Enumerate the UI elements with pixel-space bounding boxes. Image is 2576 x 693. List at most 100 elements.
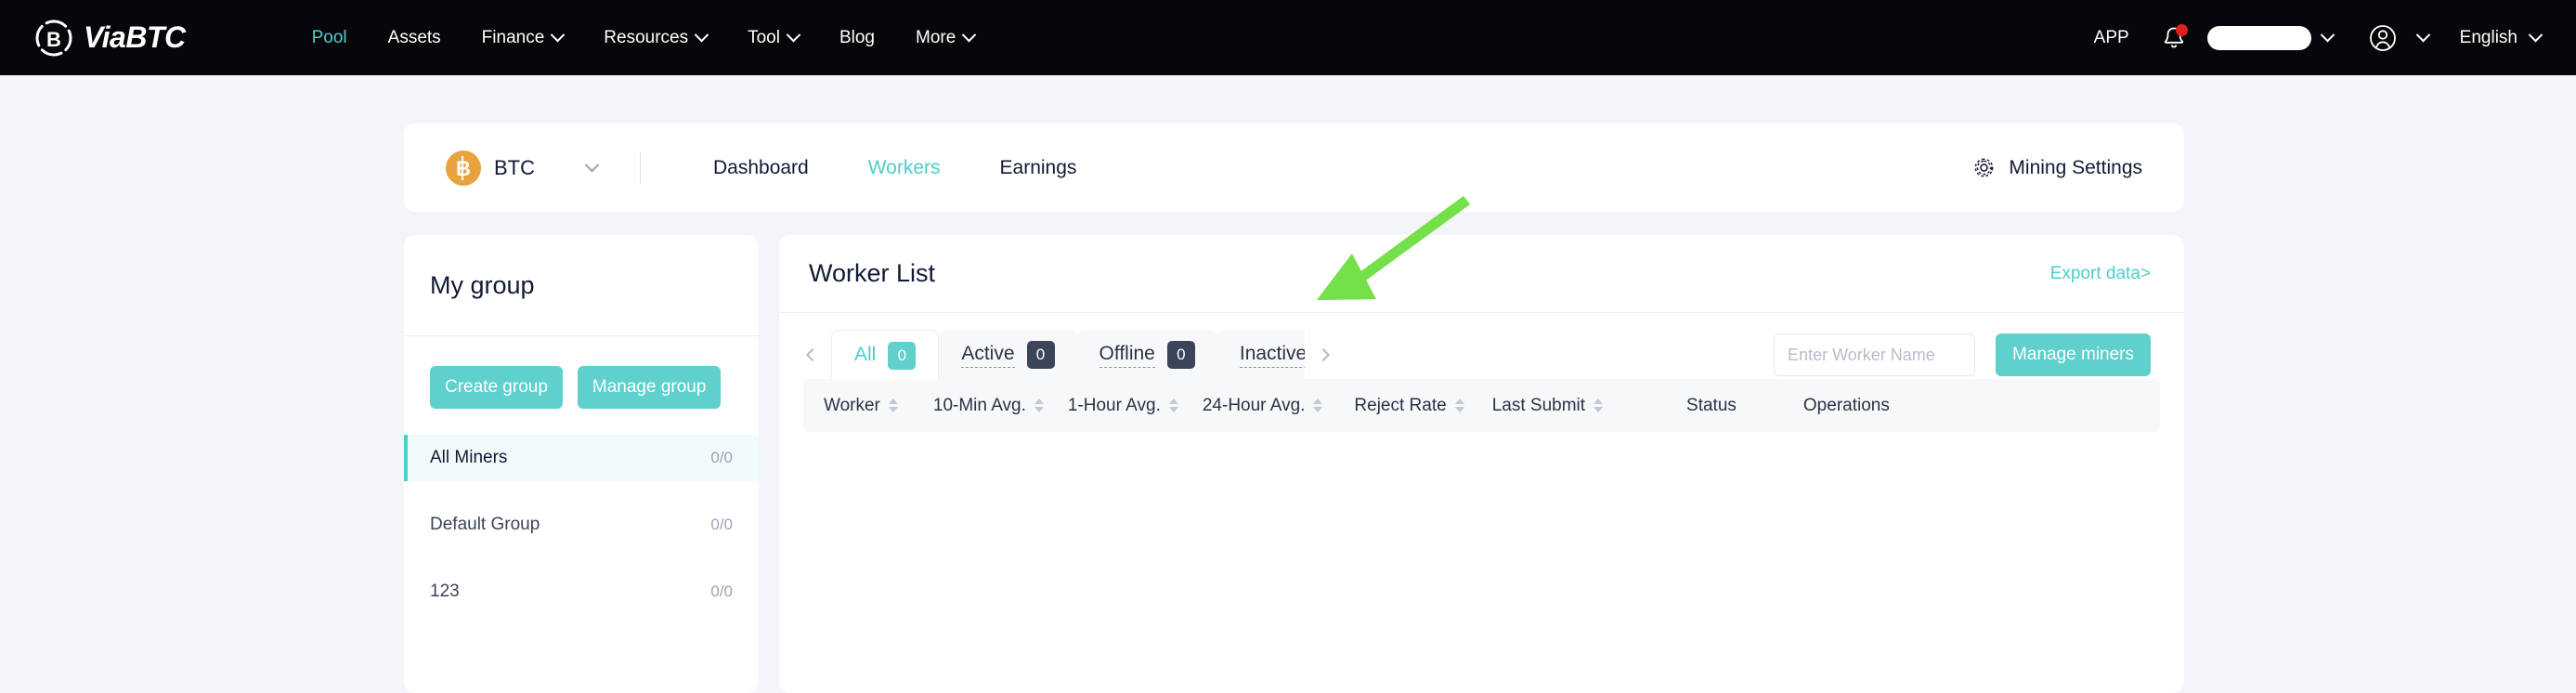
group-name: All Miners bbox=[430, 448, 508, 467]
filter-tab-label: All bbox=[854, 343, 877, 365]
coin-symbol: BTC bbox=[494, 155, 535, 179]
column-label: 10-Min Avg. bbox=[932, 395, 1026, 415]
group-list: All Miners 0/0 Default Group 0/0 123 0/0 bbox=[404, 435, 759, 615]
nav-item-assets[interactable]: Assets bbox=[368, 0, 462, 75]
tab-earnings[interactable]: Earnings bbox=[970, 157, 1107, 179]
chevron-down-icon bbox=[584, 157, 600, 173]
page-title: Worker List bbox=[809, 259, 936, 287]
filter-tab-label: Offline bbox=[1099, 343, 1155, 368]
chevron-down-icon bbox=[2528, 27, 2543, 43]
nav-label: Blog bbox=[839, 28, 875, 47]
my-group-title: My group bbox=[430, 271, 535, 299]
chevron-down-icon bbox=[2320, 27, 2335, 43]
tab-dashboard[interactable]: Dashboard bbox=[683, 157, 839, 179]
sort-icon[interactable] bbox=[1034, 399, 1044, 412]
sort-icon[interactable] bbox=[888, 399, 898, 412]
account-name-redacted[interactable] bbox=[2206, 25, 2311, 50]
worker-search bbox=[1774, 333, 1976, 376]
app-link[interactable]: APP bbox=[2070, 28, 2153, 48]
nav-label: Finance bbox=[481, 28, 545, 47]
filter-tabs-viewport: All 0 Active 0 Offline 0 Inactive 0 bbox=[831, 330, 1305, 380]
nav-label: Tool bbox=[748, 28, 780, 47]
nav-item-finance[interactable]: Finance bbox=[462, 0, 584, 75]
column-label: Reject Rate bbox=[1354, 395, 1447, 415]
bitcoin-logo-icon: B bbox=[35, 20, 72, 56]
group-count: 0/0 bbox=[710, 582, 733, 600]
group-item-123[interactable]: 123 0/0 bbox=[404, 569, 759, 615]
manage-miners-button[interactable]: Manage miners bbox=[1996, 333, 2151, 376]
column-worker[interactable]: Worker bbox=[824, 396, 898, 416]
chevron-right-icon bbox=[1316, 347, 1331, 362]
create-group-button[interactable]: Create group bbox=[430, 366, 563, 409]
tabs-scroll-right-button[interactable] bbox=[1314, 346, 1333, 364]
gear-icon bbox=[1975, 158, 1994, 177]
column-24-hour-avg[interactable]: 24-Hour Avg. bbox=[1203, 396, 1323, 416]
chevron-down-icon bbox=[694, 27, 709, 43]
top-navbar: B ViaBTC Pool Assets Finance Resources T… bbox=[0, 0, 2576, 75]
group-item-all-miners[interactable]: All Miners 0/0 bbox=[404, 435, 759, 481]
divider bbox=[640, 151, 641, 184]
filter-tab-all[interactable]: All 0 bbox=[831, 330, 940, 380]
mining-settings-label: Mining Settings bbox=[2009, 156, 2142, 178]
navbar-right-actions: APP English bbox=[2070, 18, 2543, 59]
column-operations: Operations bbox=[1803, 396, 1890, 416]
filter-tab-label: Inactive bbox=[1239, 343, 1305, 368]
column-10-min-avg[interactable]: 10-Min Avg. bbox=[933, 396, 1044, 416]
account-menu-button[interactable] bbox=[2364, 20, 2401, 57]
filter-tabs: All 0 Active 0 Offline 0 Inactive 0 bbox=[831, 330, 1305, 380]
user-avatar-icon bbox=[2369, 24, 2396, 51]
column-last-submit[interactable]: Last Submit bbox=[1491, 395, 1604, 416]
sort-icon[interactable] bbox=[1454, 399, 1464, 412]
chevron-down-icon bbox=[551, 27, 566, 43]
group-actions: Create group Manage group bbox=[404, 336, 759, 409]
page-tabs: Dashboard Workers Earnings bbox=[683, 157, 1106, 179]
nav-label: Pool bbox=[311, 28, 347, 47]
search-input[interactable] bbox=[1775, 334, 1975, 375]
worker-list-panel: Worker List Export data> All 0 Active 0 … bbox=[779, 235, 2184, 693]
nav-label: More bbox=[916, 28, 956, 47]
brand-name: ViaBTC bbox=[84, 20, 186, 54]
worker-filter-row: All 0 Active 0 Offline 0 Inactive 0 bbox=[779, 313, 2184, 380]
column-label: Last Submit bbox=[1491, 395, 1586, 415]
chevron-down-icon bbox=[2415, 27, 2430, 43]
nav-item-pool[interactable]: Pool bbox=[292, 0, 368, 75]
nav-item-blog[interactable]: Blog bbox=[819, 0, 895, 75]
language-label: English bbox=[2459, 27, 2517, 47]
worker-list-header: Worker List Export data> bbox=[779, 235, 2184, 312]
group-item-default-group[interactable]: Default Group 0/0 bbox=[404, 502, 759, 548]
chevron-down-icon bbox=[962, 27, 977, 43]
manage-group-button[interactable]: Manage group bbox=[577, 366, 722, 409]
brand-logo-link[interactable]: B ViaBTC bbox=[33, 18, 186, 59]
filter-tab-count: 0 bbox=[1026, 341, 1055, 369]
column-reject-rate[interactable]: Reject Rate bbox=[1354, 396, 1464, 416]
notification-badge-dot bbox=[2175, 23, 2188, 36]
nav-item-resources[interactable]: Resources bbox=[583, 0, 727, 75]
worker-table: Worker 10-Min Avg. 1-Hour Avg. 24-Hour A… bbox=[779, 379, 2184, 432]
group-name: Default Group bbox=[430, 515, 540, 534]
nav-item-more[interactable]: More bbox=[895, 0, 995, 75]
coin-and-page-tabs-bar: B BTC Dashboard Workers Earnings Mining … bbox=[404, 124, 2184, 212]
chevron-left-icon bbox=[805, 347, 820, 362]
language-selector[interactable]: English bbox=[2459, 27, 2543, 48]
filter-tab-active[interactable]: Active 0 bbox=[939, 330, 1077, 380]
group-name: 123 bbox=[430, 582, 460, 601]
group-count: 0/0 bbox=[710, 449, 733, 466]
column-label: Status bbox=[1686, 395, 1737, 415]
sort-icon[interactable] bbox=[1313, 399, 1323, 412]
sort-icon[interactable] bbox=[1594, 399, 1604, 412]
mining-settings-button[interactable]: Mining Settings bbox=[1972, 156, 2142, 179]
notifications-button[interactable] bbox=[2153, 18, 2194, 59]
sort-icon[interactable] bbox=[1168, 399, 1178, 412]
filter-tab-label: Active bbox=[961, 343, 1015, 368]
my-group-panel: My group Create group Manage group All M… bbox=[404, 235, 759, 693]
svg-text:B: B bbox=[46, 28, 61, 51]
primary-nav: Pool Assets Finance Resources Tool Blog … bbox=[292, 0, 995, 75]
tabs-scroll-left-button[interactable] bbox=[803, 346, 822, 364]
tab-workers[interactable]: Workers bbox=[839, 157, 970, 179]
filter-tab-inactive[interactable]: Inactive 0 bbox=[1216, 330, 1305, 380]
coin-selector[interactable]: B BTC bbox=[446, 150, 600, 186]
filter-tab-offline[interactable]: Offline 0 bbox=[1076, 330, 1217, 380]
export-data-link[interactable]: Export data> bbox=[2050, 264, 2151, 284]
nav-item-tool[interactable]: Tool bbox=[727, 0, 819, 75]
column-1-hour-avg[interactable]: 1-Hour Avg. bbox=[1068, 396, 1178, 416]
